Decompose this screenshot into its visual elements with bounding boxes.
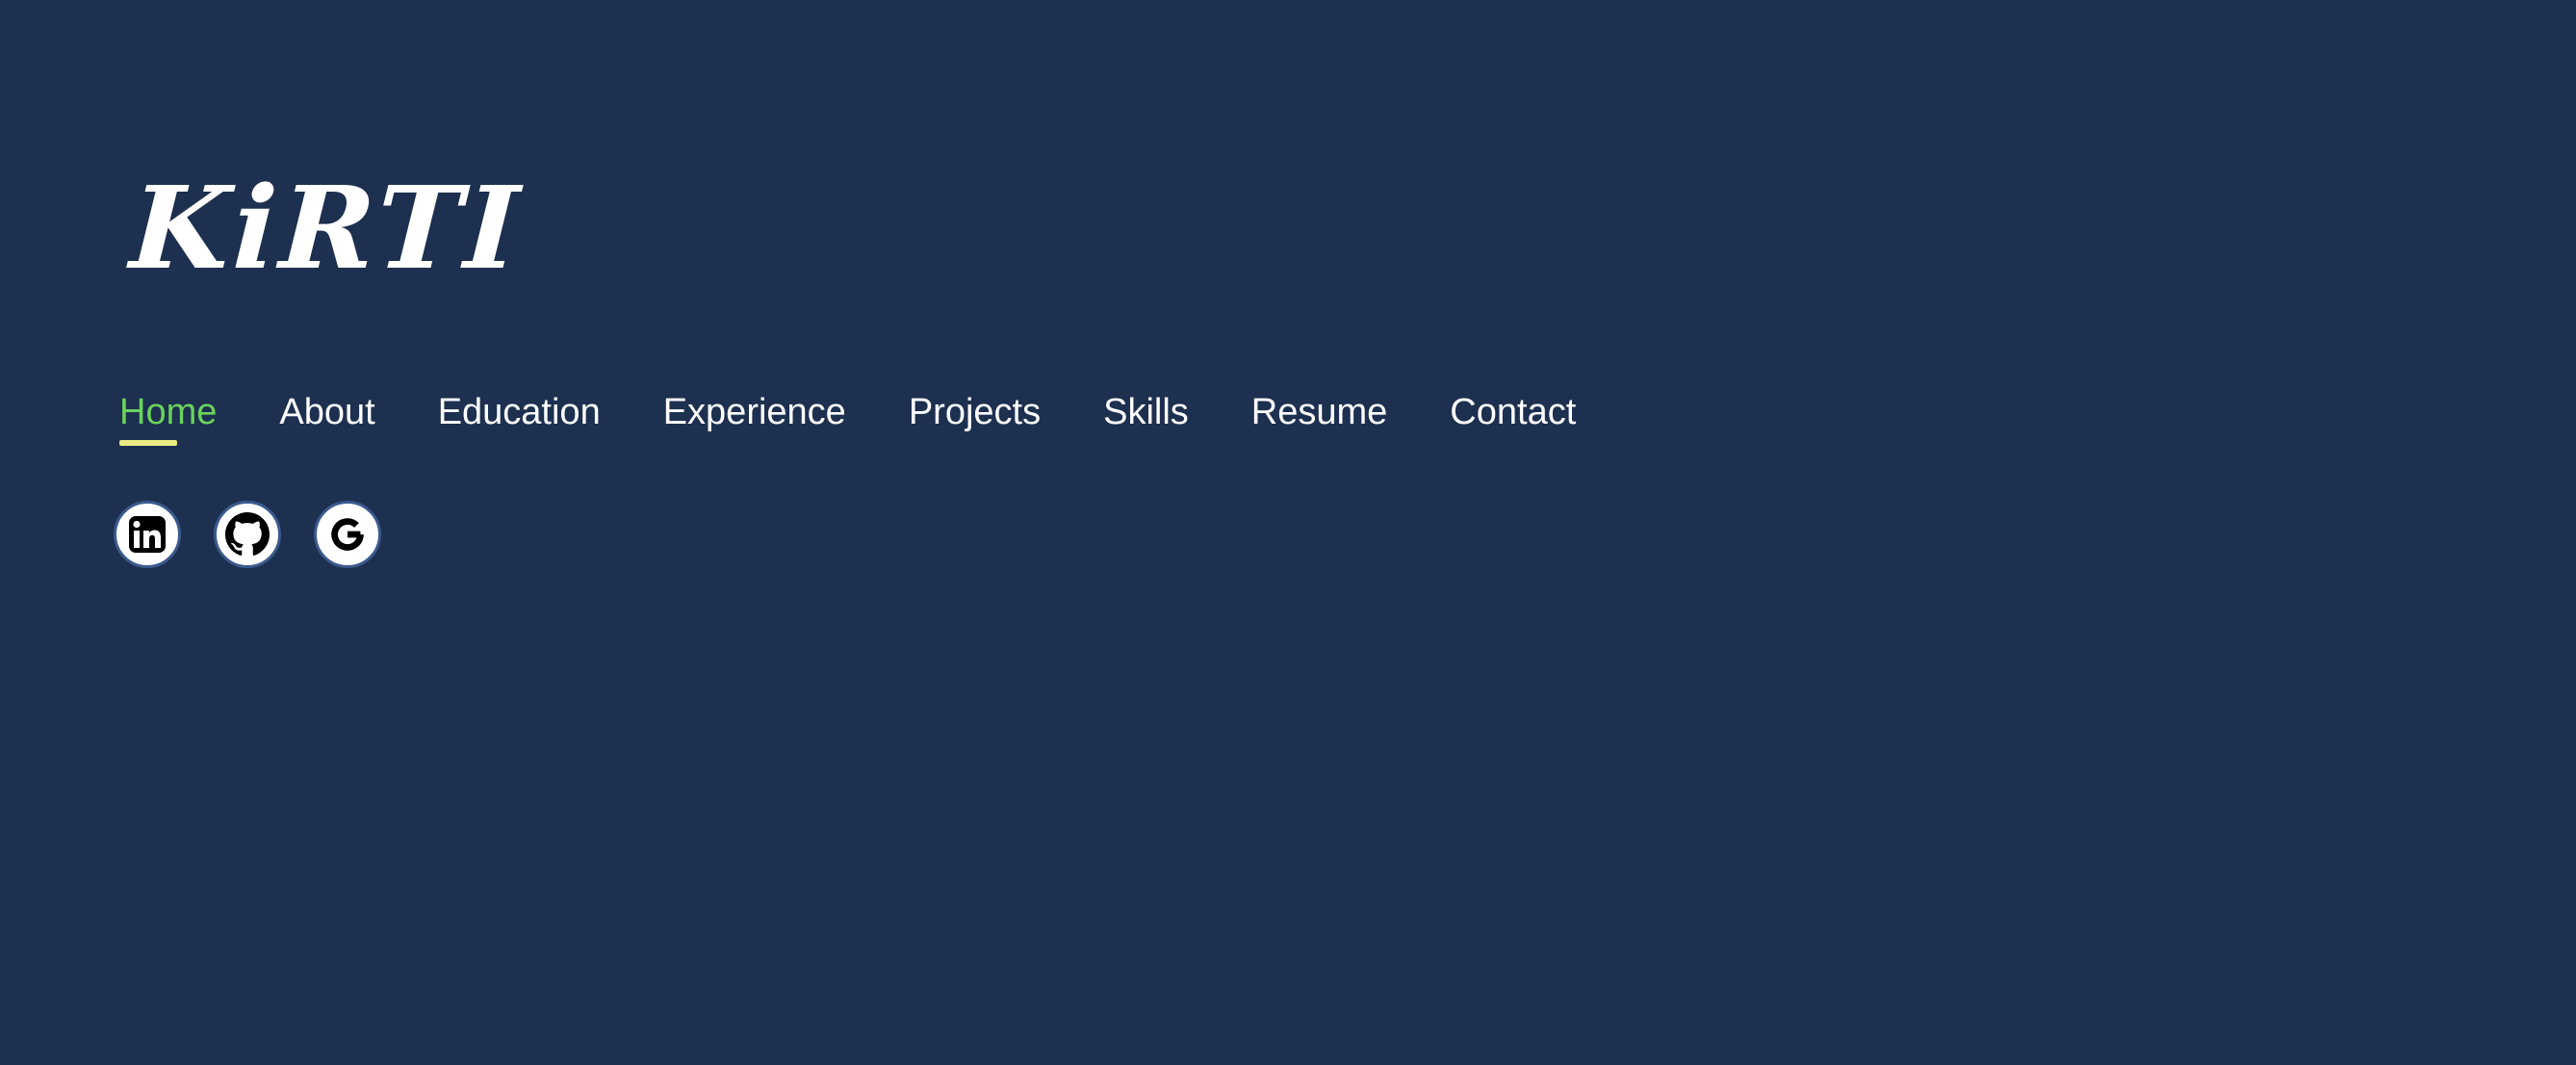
nav-item-experience[interactable]: Experience [663, 387, 846, 437]
nav-item-education[interactable]: Education [438, 387, 601, 437]
github-link[interactable] [214, 501, 281, 568]
site-logo[interactable]: KiRTI [127, 161, 526, 295]
page: KiRTI Home About Education Experience Pr… [0, 0, 2576, 1065]
nav-item-skills[interactable]: Skills [1103, 387, 1189, 437]
nav-item-home[interactable]: Home [119, 387, 218, 446]
linkedin-icon [129, 516, 166, 553]
nav-item-projects[interactable]: Projects [909, 387, 1041, 437]
github-icon [225, 512, 270, 556]
main-nav: Home About Education Experience Projects… [119, 387, 1576, 446]
nav-item-label: Home [119, 392, 218, 432]
nav-item-resume[interactable]: Resume [1251, 387, 1388, 437]
google-link[interactable] [314, 501, 381, 568]
social-links [114, 501, 414, 568]
nav-item-about[interactable]: About [279, 387, 374, 437]
active-nav-underline [119, 440, 177, 446]
nav-item-contact[interactable]: Contact [1450, 387, 1576, 437]
google-icon [331, 518, 364, 551]
linkedin-link[interactable] [114, 501, 181, 568]
